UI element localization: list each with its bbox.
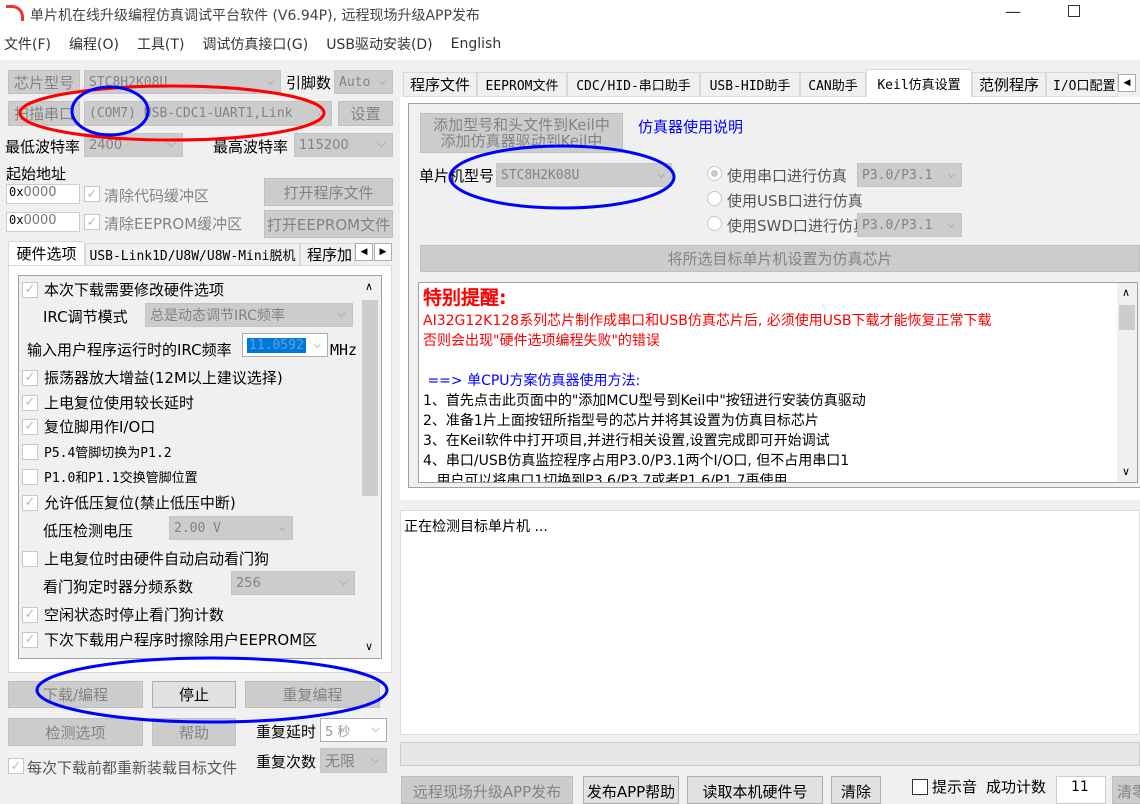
annotation-overlay: [18, 84, 676, 724]
blue-annotation-ellipse-port: [70, 85, 150, 137]
red-annotation-ellipse: [18, 84, 326, 142]
blue-annotation-ellipse-buttons: [35, 656, 389, 724]
blue-annotation-ellipse-mcu: [448, 144, 676, 210]
